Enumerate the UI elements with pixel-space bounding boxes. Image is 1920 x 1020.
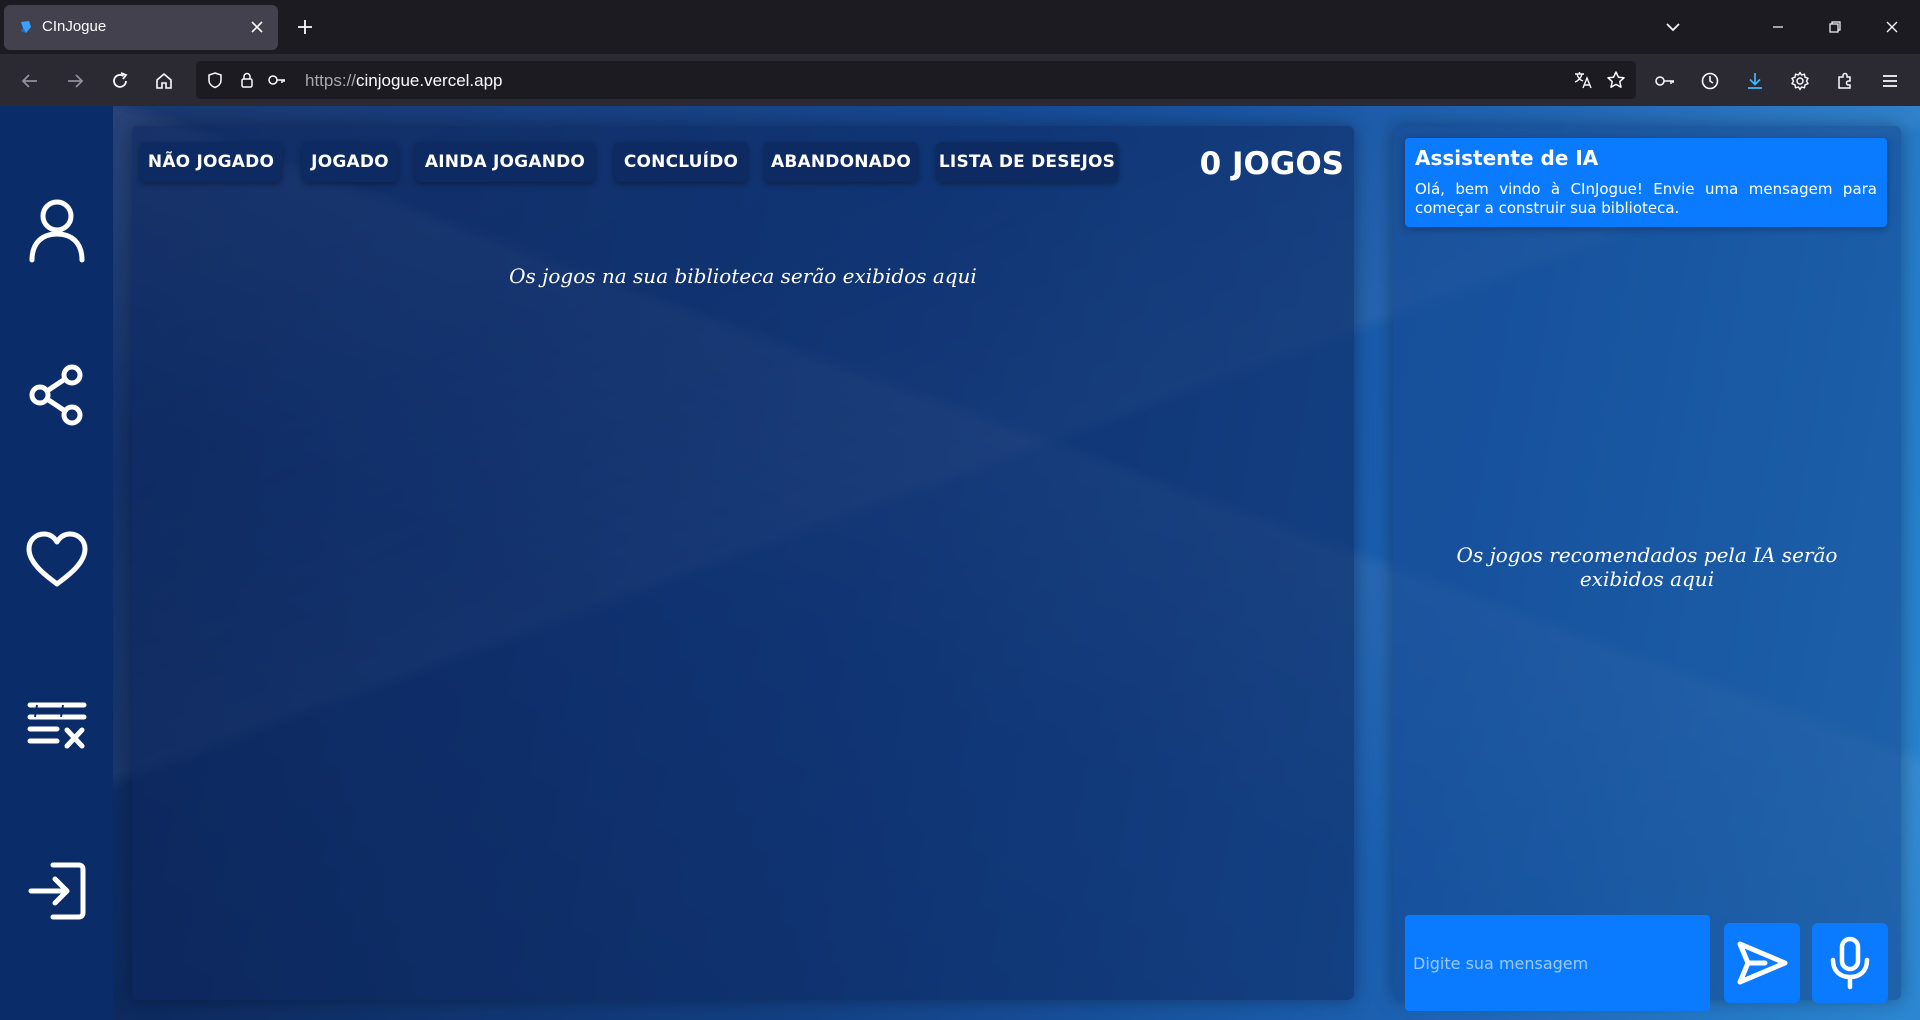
settings-gear-icon[interactable] (1785, 66, 1815, 96)
profile-user-icon[interactable] (22, 195, 92, 265)
filter-tab-jogado[interactable]: JOGADO (302, 142, 398, 182)
lock-icon[interactable] (236, 69, 258, 91)
send-icon (1737, 941, 1788, 985)
list-all-tabs-icon[interactable] (1658, 12, 1688, 42)
browser-tab[interactable]: CInJogue (4, 5, 278, 50)
microphone-icon (1830, 936, 1870, 990)
browser-nav-bar: https://cinjogue.vercel.app (0, 54, 1920, 106)
filter-tab-abandonado[interactable]: ABANDONADO (764, 142, 918, 182)
shield-icon[interactable] (204, 69, 226, 91)
ai-recommendations-empty-message: Os jogos recomendados pela IA serão exib… (1456, 543, 1838, 591)
ai-welcome-card: Assistente de IA Olá, bem vindo à CInJog… (1405, 138, 1887, 227)
extensions-puzzle-icon[interactable] (1830, 66, 1860, 96)
site-favicon-icon (18, 19, 34, 35)
close-window-icon[interactable] (1877, 12, 1907, 42)
filter-tab-nao-jogado[interactable]: NÃO JOGADO (140, 142, 282, 182)
translate-icon[interactable] (1572, 69, 1594, 91)
home-icon[interactable] (149, 66, 179, 96)
games-count: 0 JOGOS (1199, 146, 1344, 182)
message-input[interactable] (1405, 915, 1710, 1011)
share-icon[interactable] (22, 360, 92, 430)
filter-tab-lista-de-desejos[interactable]: LISTA DE DESEJOS (936, 142, 1118, 182)
reload-icon[interactable] (105, 66, 135, 96)
login-icon[interactable] (22, 856, 92, 926)
back-icon[interactable] (15, 66, 45, 96)
tab-title: CInJogue (42, 18, 107, 35)
app-page: NÃO JOGADO JOGADO AINDA JOGANDO CONCLUÍD… (0, 106, 1920, 1020)
minimize-icon[interactable] (1763, 12, 1793, 42)
restore-icon[interactable] (1820, 12, 1850, 42)
menu-hamburger-icon[interactable] (1875, 66, 1905, 96)
history-clock-icon[interactable] (1695, 66, 1725, 96)
url-host: cinjogue.vercel.app (356, 71, 503, 90)
filter-tab-concluido[interactable]: CONCLUÍDO (614, 142, 748, 182)
ai-card-title: Assistente de IA (1415, 146, 1599, 170)
sidebar (0, 106, 113, 1020)
close-tab-icon[interactable] (246, 16, 268, 38)
new-tab-icon[interactable] (292, 14, 318, 40)
url-text[interactable]: https://cinjogue.vercel.app (305, 71, 503, 91)
passwords-key-icon[interactable] (1650, 66, 1680, 96)
wishlist-heart-icon[interactable] (22, 525, 92, 595)
url-protocol: https:// (305, 71, 357, 90)
voice-button[interactable] (1812, 923, 1888, 1003)
ai-assistant-panel: Assistente de IA Olá, bem vindo à CInJog… (1393, 126, 1901, 1011)
key-icon[interactable] (266, 69, 288, 91)
ai-welcome-message: Olá, bem vindo à CInJogue! Envie uma men… (1415, 180, 1877, 217)
clear-list-icon[interactable] (22, 690, 92, 760)
url-bar[interactable]: https://cinjogue.vercel.app (196, 61, 1636, 99)
library-empty-message: Os jogos na sua biblioteca serão exibido… (509, 264, 977, 288)
downloads-icon[interactable] (1740, 66, 1770, 96)
filter-tab-ainda-jogando[interactable]: AINDA JOGANDO (415, 142, 595, 182)
send-button[interactable] (1724, 923, 1800, 1003)
browser-tab-bar: CInJogue (0, 0, 1920, 54)
bookmark-star-icon[interactable] (1605, 69, 1627, 91)
forward-icon[interactable] (60, 66, 90, 96)
library-panel: NÃO JOGADO JOGADO AINDA JOGANDO CONCLUÍD… (132, 126, 1354, 1000)
